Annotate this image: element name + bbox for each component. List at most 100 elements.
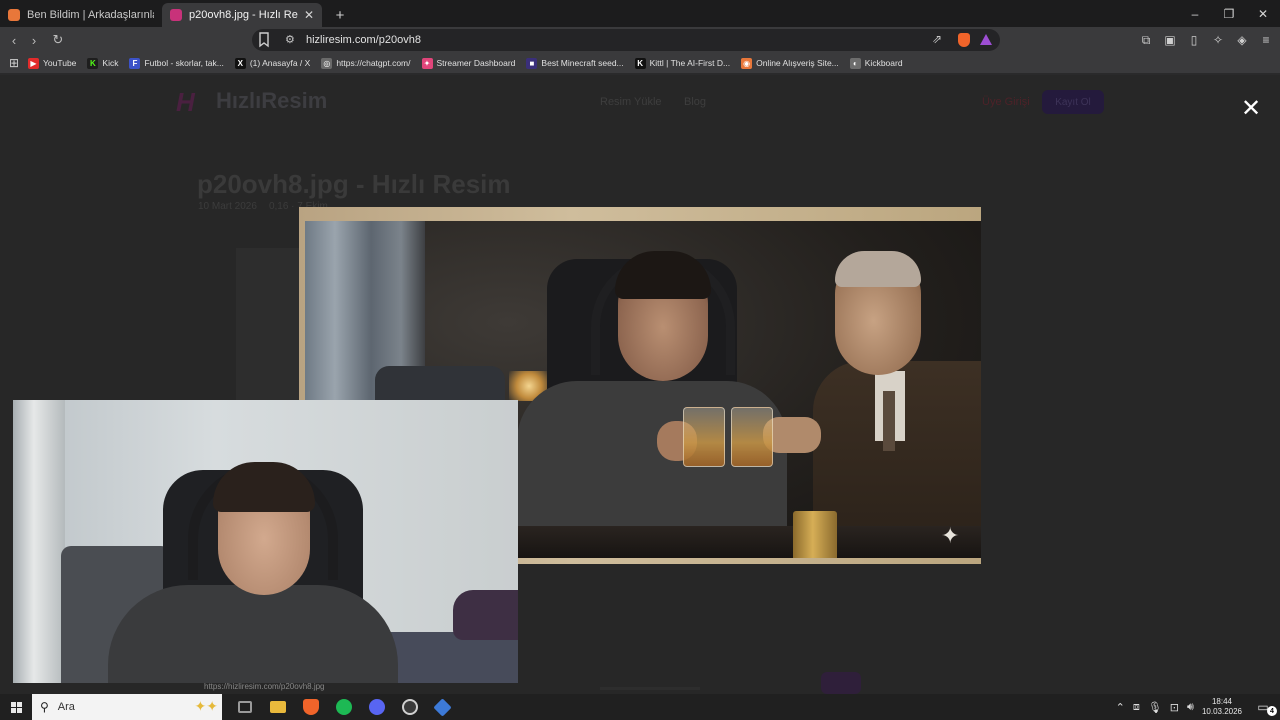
bookmark-chatgpt[interactable]: ◎ https://chatgpt.com/ [321, 57, 411, 69]
tab-ben-bildim[interactable]: Ben Bildim | Arkadaşlarınla Online Bil [0, 3, 162, 27]
bookmark-streamer-dashboard[interactable]: ✦ Streamer Dashboard [421, 57, 515, 69]
youtube-icon: ▶ [28, 57, 39, 69]
kittl-icon: K [634, 57, 646, 69]
taskbar-apps [228, 694, 459, 720]
taskbar: ⚲ Ara ✦✦ ⌃ ⧈ 🎙︎ ⊡ 🔊︎ 18:44 10.03.2026 ▭ … [0, 694, 1280, 720]
sparkle-icon: ✦ [941, 523, 960, 548]
tab-strip: Ben Bildim | Arkadaşlarınla Online Bil p… [0, 0, 1280, 27]
webcam-pillow [453, 590, 518, 640]
leo-icon[interactable]: ✧ [1210, 30, 1226, 50]
bookmark-label: Kickboard [864, 58, 903, 68]
bookmark-shopping[interactable]: ◉ Online Alışveriş Site... [741, 57, 839, 69]
copilot-sparkle-icon: ✦✦ [194, 698, 218, 714]
bookmark-youtube[interactable]: ▶ YouTube [28, 57, 77, 69]
photo-glass-left [683, 407, 725, 467]
sign-in-link[interactable]: Üye Girişi [982, 96, 1030, 108]
tray-device-icon[interactable]: ⧈ [1133, 701, 1140, 714]
bookmark-kickboard[interactable]: ◐ Kickboard [849, 57, 903, 69]
logo-mark: H [176, 87, 195, 117]
minimize-button[interactable]: – [1178, 0, 1212, 27]
menu-icon[interactable]: ≡ [1258, 30, 1274, 50]
bookmark-x[interactable]: X (1) Anasayfa / X [234, 57, 311, 69]
background-image [236, 248, 302, 408]
address-bar[interactable]: ⚙ hizliresim.com/p20ovh8 ⇗ [252, 29, 1000, 51]
minecraft-icon: ■ [526, 57, 538, 69]
back-button[interactable]: ‹ [4, 30, 24, 50]
photo-glass-right [731, 407, 773, 467]
chatgpt-icon: ◎ [321, 57, 333, 69]
lightbox-close-button[interactable]: ✕ [1240, 95, 1262, 122]
meta-date: 10 Mart 2026 [198, 201, 257, 212]
page-action-button[interactable] [821, 672, 861, 694]
bookmark-futbol[interactable]: F Futbol - skorlar, tak... [129, 57, 224, 69]
bookmark-label: YouTube [43, 58, 77, 68]
bookmark-label: Best Minecraft seed... [541, 58, 624, 68]
tray-chevron-icon[interactable]: ⌃ [1116, 701, 1125, 714]
bookmark-icon[interactable] [258, 32, 270, 48]
extensions-icon[interactable]: ⧉ [1138, 30, 1154, 50]
spotify-icon[interactable] [327, 694, 360, 720]
task-view-icon[interactable] [228, 694, 261, 720]
bookmark-label: https://chatgpt.com/ [336, 58, 411, 68]
brave-shields-icon[interactable] [958, 33, 970, 47]
x-icon: X [234, 57, 246, 69]
tab-title: p20ovh8.jpg - Hızlı Resim [189, 9, 298, 21]
share-icon[interactable]: ⇗ [932, 32, 942, 46]
site-logo[interactable]: H HızlıResim [176, 87, 327, 117]
clock-time: 18:44 [1211, 697, 1232, 706]
nav-blog-link[interactable]: Blog [684, 96, 706, 108]
navigation-bar: ‹ › ↻ ⚙ hizliresim.com/p20ovh8 ⇗ ⧉ ▣ ▯ ✧… [0, 27, 1280, 53]
apps-grid-icon[interactable]: ⊞ [0, 56, 28, 70]
bookmark-minecraft[interactable]: ■ Best Minecraft seed... [526, 57, 624, 69]
kick-icon: K [87, 57, 99, 69]
toolbar-icons: ⧉ ▣ ▯ ✧ ◈ ≡ [1138, 30, 1274, 50]
bookmarks-bar: ⊞ ▶ YouTube K Kick F Futbol - skorlar, tak.… [0, 53, 1280, 74]
microphone-icon[interactable]: 🎙︎ [1148, 701, 1162, 714]
notifications-button[interactable]: ▭ 4 [1254, 694, 1280, 720]
forward-button[interactable]: › [24, 30, 44, 50]
search-icon: ⚲ [40, 700, 49, 714]
futbol-icon: F [129, 57, 141, 69]
clock[interactable]: 18:44 10.03.2026 [1202, 697, 1242, 717]
reload-button[interactable]: ↻ [48, 30, 68, 50]
bookmark-kittl[interactable]: K Kittl | The AI-First D... [634, 57, 731, 69]
url-text: hizliresim.com/p20ovh8 [306, 34, 421, 46]
brave-icon[interactable] [294, 694, 327, 720]
system-tray: ⌃ ⧈ 🎙︎ ⊡ 🔊︎ 18:44 10.03.2026 ▭ 4 [1116, 694, 1280, 720]
tab-close-icon[interactable]: ✕ [304, 8, 314, 22]
network-icon[interactable]: ⊡ [1170, 701, 1179, 714]
page-title: p20ovh8.jpg - Hızlı Resim [197, 169, 511, 199]
shield-icon[interactable]: ◈ [1234, 30, 1250, 50]
search-placeholder: Ara [57, 701, 75, 713]
obs-icon[interactable] [393, 694, 426, 720]
taskbar-search[interactable]: ⚲ Ara ✦✦ [32, 694, 222, 720]
bookmark-label: Kittl | The AI-First D... [649, 58, 731, 68]
new-tab-button[interactable]: + [328, 3, 352, 27]
photo-lighter [793, 511, 837, 558]
close-window-button[interactable]: ✕ [1246, 0, 1280, 27]
nav-upload-link[interactable]: Resim Yükle [600, 96, 662, 108]
file-explorer-icon[interactable] [261, 694, 294, 720]
window-controls: – ❐ ✕ [1178, 0, 1280, 27]
site-info-icon[interactable]: ⚙ [285, 33, 295, 46]
sign-up-button[interactable]: Kayıt Ol [1042, 90, 1104, 114]
status-url: https://hizliresim.com/p20ovh8.jpg [204, 682, 325, 691]
start-button[interactable] [0, 694, 32, 720]
tab-hizliresim[interactable]: p20ovh8.jpg - Hızlı Resim ✕ [162, 3, 322, 27]
bookmark-label: Kick [102, 58, 119, 68]
bookmark-kick[interactable]: K Kick [87, 57, 119, 69]
bookmark-label: (1) Anasayfa / X [249, 58, 311, 68]
sidebar-icon[interactable]: ▯ [1186, 30, 1202, 50]
webcam-person-body [108, 585, 398, 683]
volume-icon[interactable]: 🔊︎ [1187, 701, 1194, 714]
discord-icon[interactable] [360, 694, 393, 720]
page-divider [600, 687, 700, 690]
kickboard-icon: ◐ [849, 57, 861, 69]
restore-button[interactable]: ❐ [1212, 0, 1246, 27]
wallet-icon[interactable]: ▣ [1162, 30, 1178, 50]
brave-rewards-icon[interactable] [980, 34, 992, 45]
tab-favicon-icon [170, 9, 182, 21]
app-icon[interactable] [426, 694, 459, 720]
photo-person-right-hair [835, 251, 921, 287]
shopping-icon: ◉ [741, 57, 753, 69]
